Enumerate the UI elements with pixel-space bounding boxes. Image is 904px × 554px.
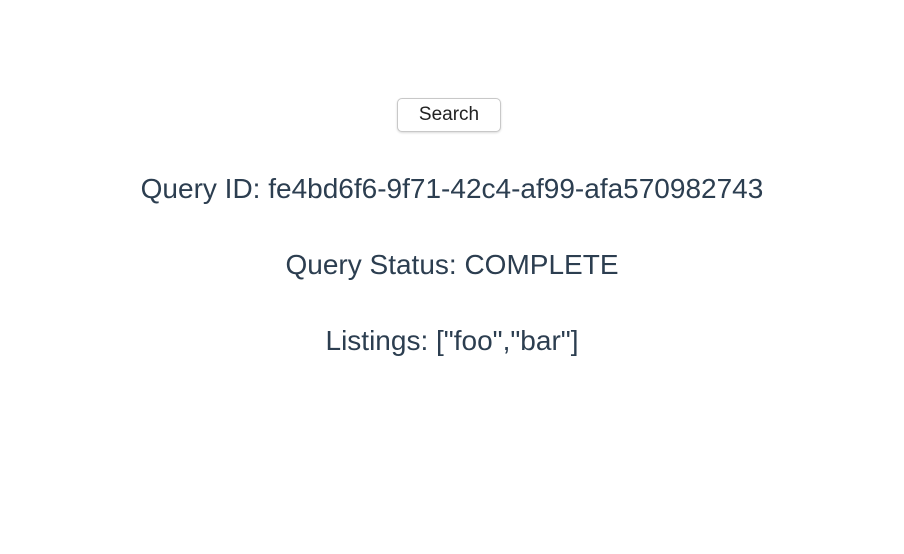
search-button[interactable]: Search: [397, 98, 501, 132]
query-status: Query Status: COMPLETE: [285, 249, 619, 280]
listings: Listings: ["foo","bar"]: [325, 325, 579, 356]
query-id: Query ID: fe4bd6f6-9f71-42c4-af99-afa570…: [140, 173, 764, 204]
